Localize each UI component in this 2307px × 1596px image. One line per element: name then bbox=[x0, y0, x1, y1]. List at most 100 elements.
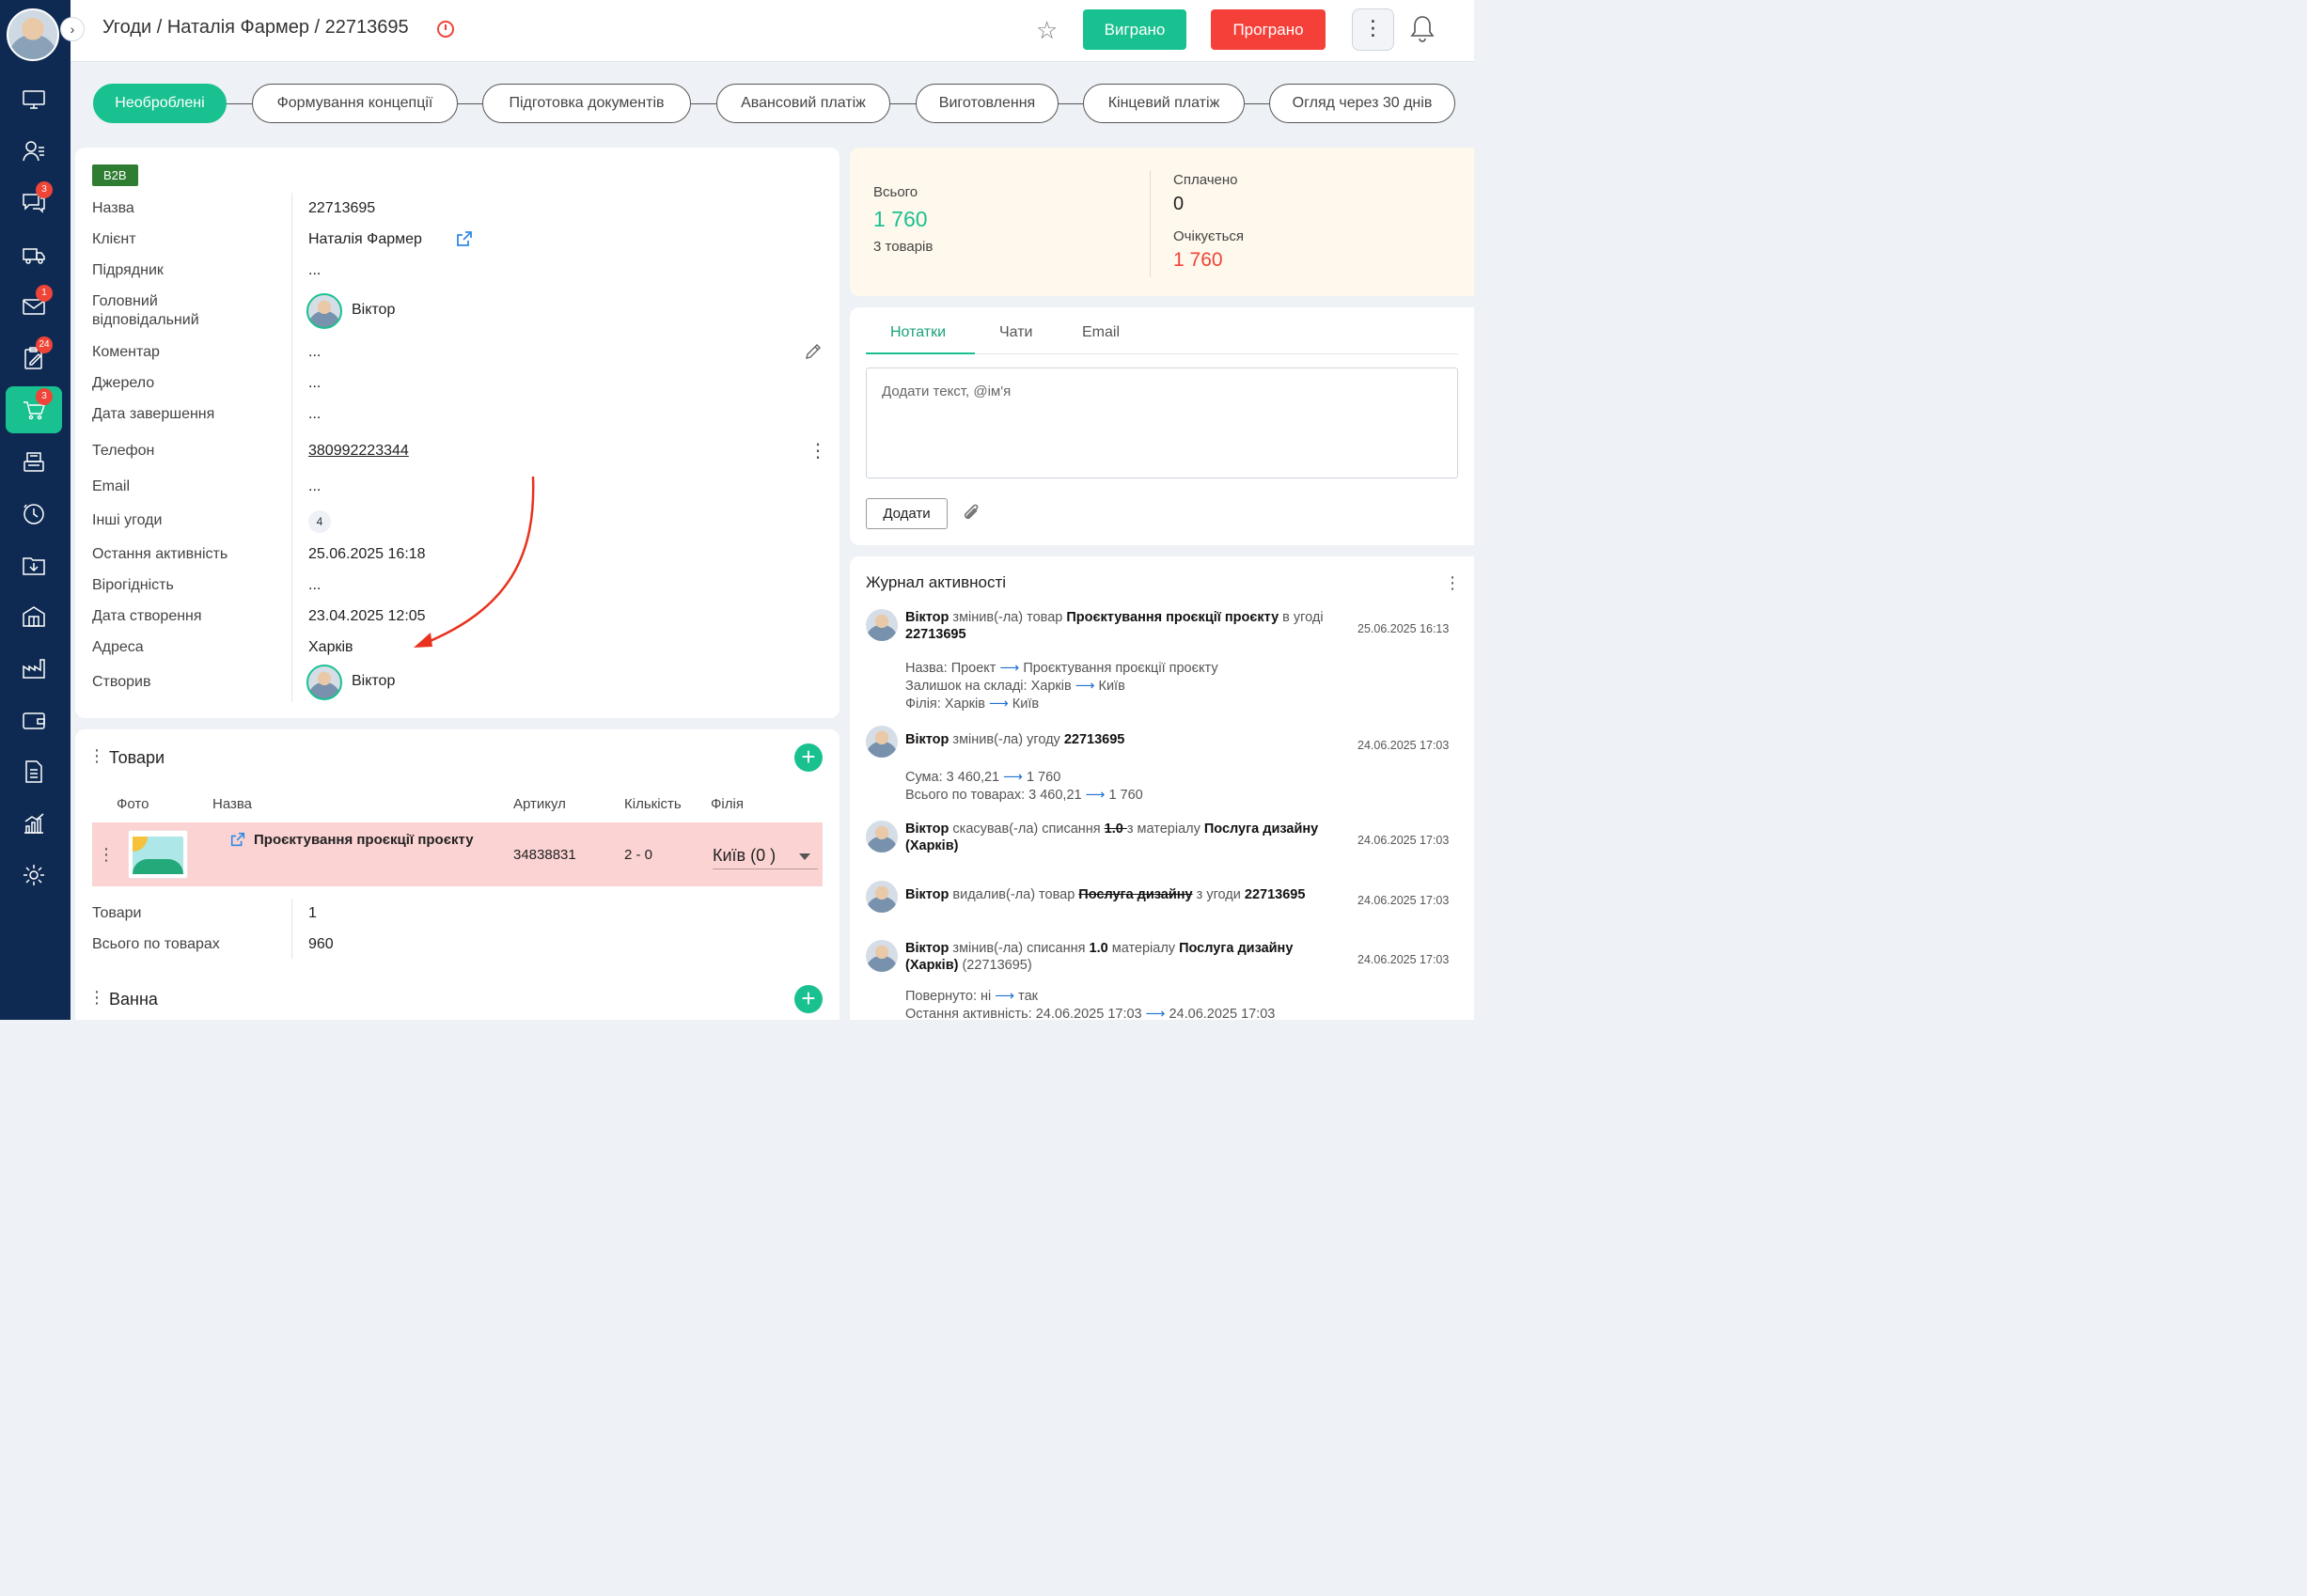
value-comment[interactable]: ... bbox=[308, 343, 321, 362]
activity-time: 25.06.2025 16:13 bbox=[1358, 622, 1450, 635]
nav-contacts[interactable] bbox=[6, 128, 62, 175]
user-avatar[interactable] bbox=[7, 8, 59, 61]
arrow-right-icon: ⟶ bbox=[1075, 679, 1095, 694]
lost-button[interactable]: Програно bbox=[1211, 9, 1326, 50]
tab-notes[interactable]: Нотатки bbox=[890, 324, 946, 341]
sidebar-toggle-button[interactable]: › bbox=[60, 17, 85, 41]
items-count: 3 товарів bbox=[873, 239, 934, 255]
value-created-by: Віктор bbox=[352, 673, 396, 689]
goods-menu-icon[interactable]: ⋮ bbox=[88, 746, 105, 766]
tab-chats[interactable]: Чати bbox=[999, 324, 1032, 341]
activity-details: Сума: 3 460,21 ⟶ 1 760 Всього по товарах… bbox=[905, 770, 1143, 803]
phone-menu-icon[interactable]: ⋮ bbox=[808, 442, 827, 461]
tab-email[interactable]: Email bbox=[1082, 324, 1120, 341]
nav-mail[interactable]: 1 bbox=[6, 283, 62, 330]
arrow-right-icon: ⟶ bbox=[995, 989, 1015, 1004]
arrow-right-icon: ⟶ bbox=[999, 661, 1020, 676]
stage-3[interactable]: Підготовка документів bbox=[482, 84, 691, 123]
value-address[interactable]: Харків bbox=[308, 638, 353, 657]
annotation-arrow bbox=[414, 476, 535, 648]
value-email[interactable]: ... bbox=[308, 477, 321, 496]
nav-tasks[interactable]: 24 bbox=[6, 335, 62, 382]
external-link-icon[interactable] bbox=[455, 229, 474, 248]
document-list-icon bbox=[25, 760, 42, 783]
table-row[interactable]: ⋮ Проєктування проєкції проєкту 34838831… bbox=[92, 822, 823, 886]
nav-wallet[interactable] bbox=[6, 696, 62, 743]
value-manager[interactable]: Віктор bbox=[352, 302, 395, 319]
add-goods-button[interactable]: + bbox=[794, 743, 823, 772]
other-deals-count[interactable]: 4 bbox=[308, 510, 331, 533]
nav-files[interactable] bbox=[6, 541, 62, 588]
nav-deals[interactable]: 3 bbox=[6, 386, 62, 433]
activity-title: Журнал активності bbox=[866, 573, 1007, 591]
label-created-by: Створив bbox=[92, 674, 151, 690]
nav-documents[interactable] bbox=[6, 748, 62, 795]
expected-label: Очікується bbox=[1173, 228, 1245, 244]
paperclip-icon[interactable] bbox=[961, 503, 983, 525]
value-client[interactable]: Наталія Фармер bbox=[308, 230, 422, 249]
star-icon[interactable]: ☆ bbox=[1036, 16, 1058, 45]
label-name: Назва bbox=[92, 200, 134, 216]
add-note-button[interactable]: Додати bbox=[866, 498, 948, 529]
activity-menu-icon[interactable]: ⋮ bbox=[1444, 573, 1461, 593]
label-manager-2: відповідальний bbox=[92, 312, 199, 328]
stage-2[interactable]: Формування концепції bbox=[252, 84, 458, 123]
activity-text: Віктор скасував(-ла) списання 1.0 з мате… bbox=[905, 821, 1319, 853]
add-bath-button[interactable]: + bbox=[794, 985, 823, 1013]
avatar bbox=[866, 881, 898, 913]
value-phone[interactable]: 380992223344 bbox=[308, 442, 409, 461]
stage-6[interactable]: Кінцевий платіж bbox=[1083, 84, 1245, 123]
total-value: 1 760 bbox=[873, 207, 928, 231]
product-name[interactable]: Проєктування проєкції проєкту bbox=[254, 832, 474, 848]
branch-select[interactable]: Київ (0 ) bbox=[713, 843, 818, 869]
label-address: Адреса bbox=[92, 639, 144, 655]
value-close-date[interactable]: ... bbox=[308, 405, 321, 424]
col-branch: Філія bbox=[711, 796, 744, 812]
nav-production[interactable] bbox=[6, 645, 62, 692]
pencil-icon[interactable] bbox=[803, 341, 824, 362]
note-input[interactable] bbox=[866, 368, 1458, 478]
product-qty[interactable]: 2 - 0 bbox=[624, 847, 652, 863]
nav-settings[interactable] bbox=[6, 852, 62, 899]
label-email: Email bbox=[92, 478, 131, 494]
nav-analytics[interactable] bbox=[6, 800, 62, 847]
factory-icon bbox=[23, 659, 45, 679]
won-button[interactable]: Виграно bbox=[1083, 9, 1186, 50]
value-name[interactable]: 22713695 bbox=[308, 199, 375, 218]
col-photo: Фото bbox=[117, 796, 149, 812]
b2b-tag: B2B bbox=[92, 164, 138, 186]
chevron-right-icon: › bbox=[70, 22, 75, 37]
mail-badge: 1 bbox=[36, 285, 53, 302]
nav-cashbox[interactable] bbox=[6, 438, 62, 485]
avatar bbox=[866, 726, 898, 758]
nav-warehouse[interactable] bbox=[6, 593, 62, 640]
external-link-icon[interactable] bbox=[229, 831, 246, 848]
folder-download-icon bbox=[23, 557, 45, 575]
total-label: Всього bbox=[873, 184, 918, 200]
stage-1[interactable]: Необроблені bbox=[93, 84, 227, 123]
nav-chats[interactable]: 3 bbox=[6, 180, 62, 227]
stage-4[interactable]: Авансовий платіж bbox=[716, 84, 890, 123]
goods-total-label: Всього по товарах bbox=[92, 936, 220, 952]
clock-icon[interactable] bbox=[437, 21, 454, 38]
bath-menu-icon[interactable]: ⋮ bbox=[88, 988, 105, 1008]
value-probability[interactable]: ... bbox=[308, 576, 321, 595]
stage-5[interactable]: Виготовлення bbox=[916, 84, 1059, 123]
nav-delivery[interactable] bbox=[6, 231, 62, 278]
more-menu-button[interactable]: ⋮ bbox=[1352, 8, 1394, 51]
label-source: Джерело bbox=[92, 375, 155, 391]
row-menu-icon[interactable]: ⋮ bbox=[98, 845, 115, 865]
value-source[interactable]: ... bbox=[308, 374, 321, 393]
nav-history[interactable] bbox=[6, 490, 62, 537]
gear-icon bbox=[24, 865, 44, 885]
paid-label: Сплачено bbox=[1173, 172, 1238, 188]
bell-icon[interactable] bbox=[1408, 13, 1436, 45]
paid-value: 0 bbox=[1173, 194, 1185, 214]
stage-7[interactable]: Огляд через 30 днів bbox=[1269, 84, 1455, 123]
avatar bbox=[866, 940, 898, 972]
value-contractor[interactable]: ... bbox=[308, 261, 321, 280]
activity-details: Назва: Проект ⟶ Проєктування проєкції пр… bbox=[905, 661, 1218, 712]
activity-time: 24.06.2025 17:03 bbox=[1358, 834, 1450, 847]
nav-desktop[interactable] bbox=[6, 76, 62, 123]
activity-text: Віктор змінив(-ла) товар Проєктування пр… bbox=[905, 610, 1324, 642]
